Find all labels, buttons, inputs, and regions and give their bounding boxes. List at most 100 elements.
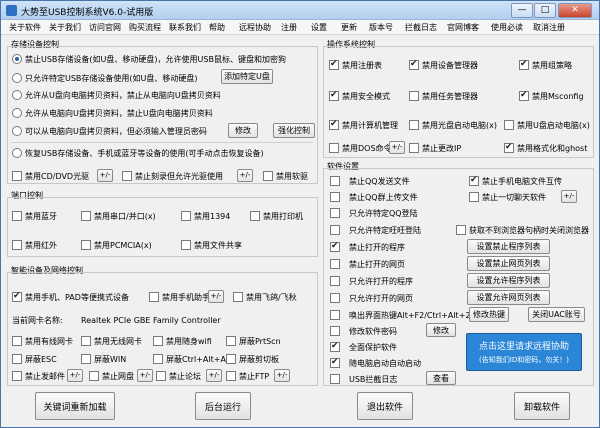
menu-item-help[interactable]: 帮助	[209, 22, 225, 33]
checkbox-box[interactable]	[330, 225, 340, 235]
strong-control-button[interactable]: 强化控制	[273, 123, 315, 138]
checkbox-box[interactable]	[409, 59, 419, 70]
checkbox-cd-dvd[interactable]: 禁用CD/DVD光驱	[12, 170, 89, 182]
radio-indicator[interactable]	[12, 108, 22, 118]
checkbox-box[interactable]	[329, 90, 339, 101]
checkbox-box[interactable]	[226, 371, 236, 381]
background-run-button[interactable]: 后台运行	[195, 392, 251, 420]
checkbox-box[interactable]	[250, 211, 260, 221]
checkbox-box[interactable]	[12, 171, 22, 181]
phone-helper-plus-minus-button[interactable]: +/-	[208, 290, 224, 303]
menu-item-update[interactable]: 更新	[341, 22, 357, 33]
burn-plus-minus-button[interactable]: +/-	[237, 169, 253, 182]
checkbox-box[interactable]	[329, 143, 339, 153]
checkbox-usb-boot[interactable]: 禁用U盘启动电脑(x)	[504, 119, 590, 131]
chat-plus-minus-button[interactable]: +/-	[561, 190, 577, 203]
checkbox-box[interactable]	[330, 310, 340, 320]
menu-item-version[interactable]: 版本号	[369, 22, 393, 33]
uninstall-software-button[interactable]: 卸载软件	[514, 392, 570, 420]
checkbox-box[interactable]	[263, 171, 273, 181]
checkbox-box[interactable]	[81, 336, 91, 346]
checkbox-format-ghost[interactable]: 禁用格式化和ghost	[504, 142, 587, 154]
radio-pc-to-usb[interactable]: 允许从电脑向U盘拷贝资料，禁止U盘向电脑拷贝资料	[12, 107, 213, 119]
radio-indicator[interactable]	[12, 54, 22, 64]
checkbox-specific-ww[interactable]: 只允许特定旺旺登陆	[330, 224, 421, 236]
checkbox-box[interactable]	[330, 241, 340, 252]
menu-item-website[interactable]: 访问官网	[89, 22, 121, 33]
checkbox-specific-qq[interactable]: 只允许特定QQ登陆	[330, 207, 418, 219]
checkbox-box[interactable]	[12, 240, 22, 250]
checkbox-box[interactable]	[469, 175, 479, 186]
checkbox-box[interactable]	[330, 208, 340, 218]
checkbox-bluetooth[interactable]: 禁用蓝牙	[12, 210, 57, 222]
checkbox-phone-pad[interactable]: 禁用手机、PAD等便携式设备	[12, 291, 129, 303]
checkbox-cd-boot[interactable]: 禁用光盘启动电脑(x)	[409, 119, 497, 131]
menu-item-unregister[interactable]: 取消注册	[533, 22, 565, 33]
checkbox-box[interactable]	[89, 371, 99, 381]
modify-password-button[interactable]: 修改	[426, 323, 456, 337]
checkbox-box[interactable]	[12, 211, 22, 221]
checkbox-box[interactable]	[519, 90, 529, 101]
dos-plus-minus-button[interactable]: +/-	[389, 141, 405, 154]
menu-item-must-read[interactable]: 使用必读	[491, 22, 523, 33]
checkbox-usb-log[interactable]: USB拦截日志	[330, 373, 397, 385]
checkbox-registry[interactable]: 禁用注册表	[329, 59, 382, 71]
reload-keywords-button[interactable]: 关键词重新加载	[35, 392, 115, 420]
checkbox-infrared[interactable]: 禁用红外	[12, 239, 57, 251]
modify-button[interactable]: 修改	[228, 123, 258, 138]
netdisk-plus-minus-button[interactable]: +/-	[137, 369, 153, 382]
checkbox-burn[interactable]: 禁止刻录但允许光驱使用	[122, 170, 223, 182]
checkbox-box[interactable]	[330, 341, 340, 352]
checkbox-protect[interactable]: 全面保护软件	[330, 341, 397, 353]
checkbox-box[interactable]	[329, 59, 339, 70]
checkbox-serial[interactable]: 禁用串口/并口(x)	[81, 210, 156, 222]
set-ban-web-button[interactable]: 设置禁止网页列表	[467, 256, 550, 271]
checkbox-safe-mode[interactable]: 禁用安全模式	[329, 90, 390, 102]
checkbox-task-manager[interactable]: 禁用任务管理器	[409, 90, 478, 102]
checkbox-box[interactable]	[330, 293, 340, 303]
checkbox-win[interactable]: 屏蔽WIN	[81, 353, 126, 365]
checkbox-box[interactable]	[409, 143, 419, 153]
checkbox-box[interactable]	[330, 176, 340, 186]
menu-item-register[interactable]: 注册	[281, 22, 297, 33]
maximize-button[interactable]: □	[534, 3, 556, 18]
menu-item-block-log[interactable]: 拦截日志	[405, 22, 437, 33]
checkbox-ftp[interactable]: 禁止FTP	[226, 370, 269, 382]
checkbox-box[interactable]	[409, 120, 419, 130]
change-hotkey-button[interactable]: 修改热键	[469, 307, 509, 322]
checkbox-browser-close[interactable]: 获取不到浏览器句柄时关闭浏览器	[456, 224, 589, 236]
checkbox-clipboard[interactable]: 屏蔽剪切板	[226, 353, 279, 365]
checkbox-printer[interactable]: 禁用打印机	[250, 210, 303, 222]
checkbox-qq-send[interactable]: 禁止QQ发送文件	[330, 175, 410, 187]
menu-item-purchase[interactable]: 购买流程	[129, 22, 161, 33]
radio-password-copy[interactable]: 可以从电脑向U盘拷贝资料，但必须输入管理员密码	[12, 125, 207, 137]
checkbox-device-manager[interactable]: 禁用设备管理器	[409, 59, 478, 71]
checkbox-box[interactable]	[156, 371, 166, 381]
close-uac-button[interactable]: 关闭UAC账号	[528, 307, 585, 322]
checkbox-box[interactable]	[330, 192, 340, 202]
checkbox-box[interactable]	[469, 192, 479, 202]
checkbox-box[interactable]	[330, 259, 340, 269]
menu-item-contact[interactable]: 联系我们	[169, 22, 201, 33]
menu-item-blog[interactable]: 官网博客	[447, 22, 479, 33]
checkbox-box[interactable]	[12, 354, 22, 364]
radio-restore[interactable]: 恢复USB存储设备、手机或蓝牙等设备的使用(可手动点击恢复设备)	[12, 147, 264, 159]
checkbox-box[interactable]	[81, 211, 91, 221]
checkbox-portable-wifi[interactable]: 禁用随身wifi	[153, 335, 212, 347]
checkbox-box[interactable]	[504, 120, 514, 130]
checkbox-esc[interactable]: 屏蔽ESC	[12, 353, 57, 365]
menu-item-about-software[interactable]: 关于软件	[9, 22, 41, 33]
set-allow-program-button[interactable]: 设置允许程序列表	[467, 273, 550, 288]
checkbox-qq-group[interactable]: 禁止QQ群上传文件	[330, 191, 418, 203]
remote-assist-button[interactable]: 点击这里请求远程协助 (告知我们ID和密码，勿关！)	[466, 333, 582, 371]
checkbox-box[interactable]	[153, 336, 163, 346]
checkbox-allow-web[interactable]: 只允许打开的网页	[330, 292, 413, 304]
checkbox-box[interactable]	[12, 291, 22, 302]
radio-indicator[interactable]	[12, 126, 22, 136]
menu-item-remote[interactable]: 远程协助	[239, 22, 271, 33]
radio-block-usb[interactable]: 禁止USB存储设备(如U盘、移动硬盘)，允许使用USB鼠标、键盘和加密狗	[12, 53, 286, 65]
checkbox-box[interactable]	[149, 292, 159, 302]
radio-indicator[interactable]	[12, 148, 22, 158]
checkbox-box[interactable]	[504, 142, 514, 153]
close-button[interactable]: ✕	[558, 3, 592, 18]
